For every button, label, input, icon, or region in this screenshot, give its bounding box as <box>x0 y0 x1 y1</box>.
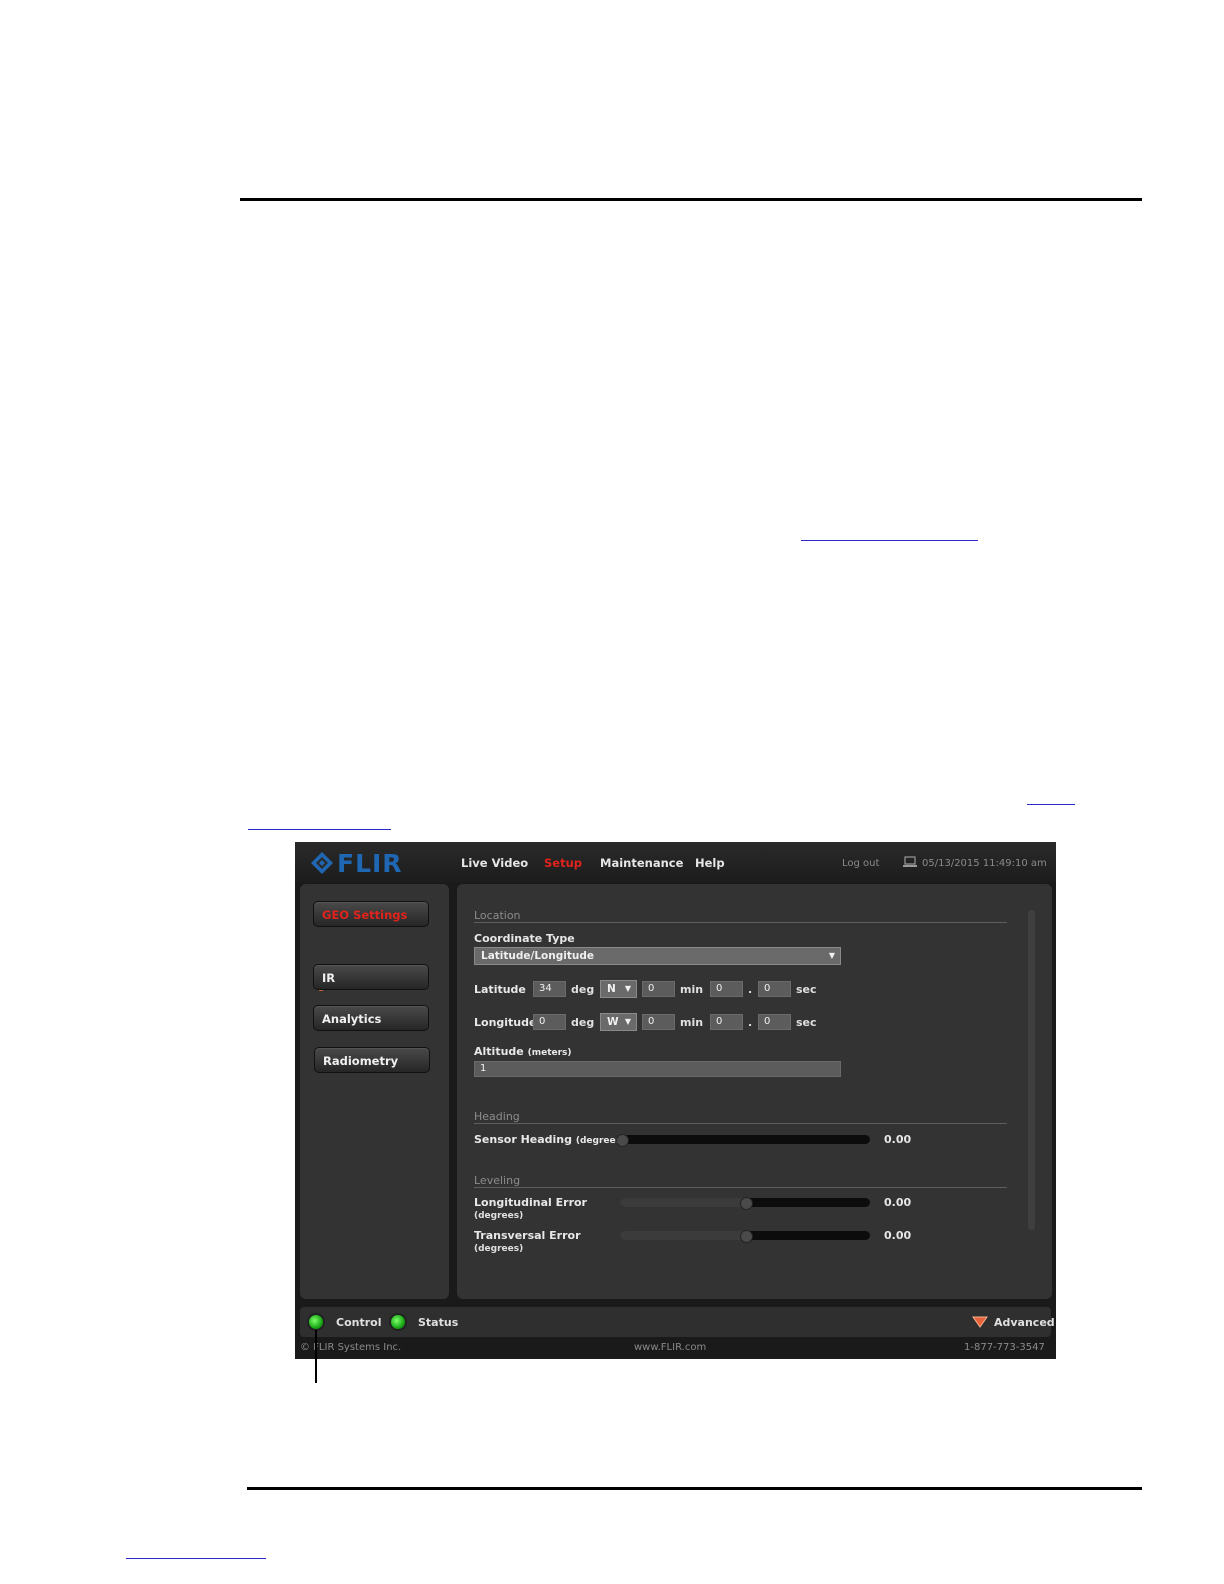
hyperlink-underline[interactable] <box>126 1558 266 1559</box>
longitude-label: Longitude <box>474 1016 537 1029</box>
longitude-deg-input[interactable]: 0 <box>533 1014 566 1030</box>
sensor-heading-label: Sensor Heading (degrees) <box>474 1133 625 1146</box>
control-led-icon[interactable] <box>307 1313 325 1331</box>
latitude-hemisphere-select[interactable]: N ▼ <box>600 980 637 998</box>
radiometry-button[interactable]: Radiometry <box>314 1047 430 1073</box>
sensor-heading-value: 0.00 <box>884 1133 912 1146</box>
altitude-label-text: Altitude <box>474 1045 524 1058</box>
deg-unit: deg <box>571 983 595 996</box>
latitude-deg-input[interactable]: 34 <box>533 981 566 997</box>
hemisphere-value: N <box>607 983 616 995</box>
coordinate-type-value: Latitude/Longitude <box>481 950 594 962</box>
altitude-label: Altitude (meters) <box>474 1045 572 1058</box>
chevron-down-icon: ▼ <box>624 1017 631 1026</box>
chevron-down-icon: ▼ <box>624 984 631 993</box>
transversal-error-label: Transversal Error <box>474 1229 581 1242</box>
advanced-button[interactable]: Advanced <box>994 1316 1055 1329</box>
altitude-unit: (meters) <box>527 1048 572 1058</box>
hyperlink-underline[interactable] <box>1027 804 1075 805</box>
geo-settings-screenshot: FLIR Live Video Setup Maintenance Help L… <box>295 842 1056 1359</box>
decimal-point: . <box>748 983 753 996</box>
hyperlink-underline[interactable] <box>801 540 978 541</box>
sensor-heading-label-text: Sensor Heading <box>474 1133 573 1146</box>
coordinate-type-select[interactable]: Latitude/Longitude ▼ <box>474 947 841 965</box>
geo-settings-button[interactable]: GEO Settings <box>313 901 429 927</box>
location-section-title: Location <box>474 909 521 922</box>
page-top-rule <box>240 198 1142 201</box>
status-bar: Control Status Advanced <box>300 1307 1055 1337</box>
flir-logo-icon <box>311 852 333 874</box>
longitude-min-input[interactable]: 0 <box>642 1014 675 1030</box>
page-bottom-rule <box>247 1487 1142 1490</box>
longitude-sec-fraction-input[interactable]: 0 <box>758 1014 791 1030</box>
section-divider <box>474 1187 1007 1188</box>
min-unit: min <box>680 1016 704 1029</box>
chevron-down-icon: ▼ <box>828 951 835 960</box>
latitude-min-input[interactable]: 0 <box>642 981 675 997</box>
sec-unit: sec <box>796 1016 817 1029</box>
status-led-icon[interactable] <box>389 1313 407 1331</box>
status-label: Status <box>418 1316 459 1329</box>
slider-handle[interactable] <box>740 1230 753 1243</box>
geo-settings-panel: Location Coordinate Type Latitude/Longit… <box>457 884 1052 1299</box>
panel-scrollbar[interactable] <box>1028 910 1035 1230</box>
min-unit: min <box>680 983 704 996</box>
nav-setup[interactable]: Setup <box>544 856 582 870</box>
ir-button[interactable]: IR <box>313 964 429 990</box>
longitudinal-error-label: Longitudinal Error <box>474 1196 587 1209</box>
slider-handle[interactable] <box>616 1134 629 1147</box>
longitude-hemisphere-select[interactable]: W ▼ <box>600 1013 637 1031</box>
footer-phone: 1-877-773-3547 <box>964 1342 1045 1353</box>
datetime-display: 05/13/2015 11:49:10 am <box>922 858 1047 869</box>
sensor-heading-slider[interactable] <box>620 1135 870 1144</box>
advanced-arrow-icon[interactable] <box>972 1316 988 1328</box>
section-divider <box>474 922 1007 923</box>
deg-unit: deg <box>571 1016 595 1029</box>
leveling-section-title: Leveling <box>474 1174 521 1187</box>
logout-link[interactable]: Log out <box>842 858 879 869</box>
sec-unit: sec <box>796 983 817 996</box>
logo-text: FLIR <box>337 848 403 878</box>
control-label: Control <box>336 1316 382 1329</box>
latitude-sec-fraction-input[interactable]: 0 <box>758 981 791 997</box>
footer-website[interactable]: www.FLIR.com <box>634 1342 706 1353</box>
flir-logo: FLIR <box>311 848 403 878</box>
callout-pointer-line <box>315 1330 317 1383</box>
section-divider <box>474 1123 1007 1124</box>
slider-handle[interactable] <box>740 1197 753 1210</box>
transversal-error-value: 0.00 <box>884 1229 912 1242</box>
longitudinal-error-value: 0.00 <box>884 1196 912 1209</box>
latitude-sec-input[interactable]: 0 <box>710 981 743 997</box>
latitude-label: Latitude <box>474 983 526 996</box>
heading-section-title: Heading <box>474 1110 520 1123</box>
top-bar: FLIR Live Video Setup Maintenance Help L… <box>295 842 1056 883</box>
nav-maintenance[interactable]: Maintenance <box>600 856 683 870</box>
setup-sidebar: GEO Settings GEO - 0 IR Analytics Radiom… <box>300 884 449 1299</box>
longitude-sec-input[interactable]: 0 <box>710 1014 743 1030</box>
analytics-button[interactable]: Analytics <box>313 1005 429 1031</box>
nav-help[interactable]: Help <box>695 856 725 870</box>
hemisphere-value: W <box>607 1016 619 1028</box>
nav-live-video[interactable]: Live Video <box>461 856 528 870</box>
decimal-point: . <box>748 1016 753 1029</box>
hyperlink-underline[interactable] <box>248 829 391 830</box>
altitude-input[interactable]: 1 <box>474 1061 841 1077</box>
computer-icon <box>903 856 917 867</box>
coordinate-type-label: Coordinate Type <box>474 932 575 945</box>
transversal-error-unit: (degrees) <box>474 1244 524 1254</box>
longitudinal-error-unit: (degrees) <box>474 1211 524 1221</box>
